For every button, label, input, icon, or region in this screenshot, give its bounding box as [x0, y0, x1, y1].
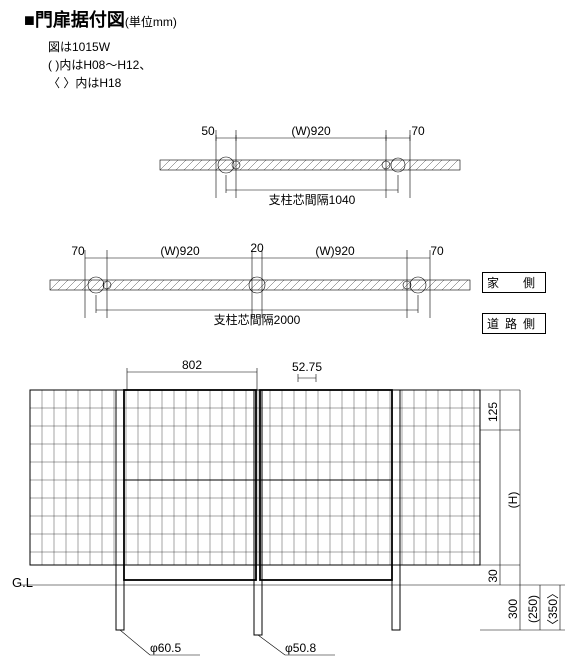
diagram-title: ■門扉据付図	[24, 10, 125, 30]
dim-left-gap: 70	[71, 244, 85, 258]
dim-wl: (W)920	[160, 244, 200, 258]
elevation: 802 52.75 φ60.5 φ50.8	[0, 360, 586, 670]
dim-right-gap: 70	[430, 244, 444, 258]
right-dims: 125 (H) 30 300 (250) 〈350〉	[480, 390, 565, 631]
dim-30: 30	[486, 569, 500, 583]
dim-width: (W)920	[291, 124, 331, 138]
subtitle-block: 図は1015W ( )内はH08〜H12、 〈 〉内はH18	[48, 38, 151, 92]
subtitle-line1: 図は1015W	[48, 38, 151, 56]
plan-single: 50 (W)920 70 支柱芯間隔1040	[0, 120, 586, 230]
dim-post-span: 支柱芯間隔1040	[269, 192, 356, 207]
dim-350: 〈350〉	[546, 587, 560, 631]
label-road-side: 道路側	[482, 313, 546, 334]
dim-250: (250)	[526, 595, 540, 623]
dim-H: (H)	[506, 492, 520, 509]
subtitle-line2: ( )内はH08〜H12、	[48, 56, 151, 74]
dim-300: 300	[506, 599, 520, 619]
dim-right-gap: 70	[411, 124, 425, 138]
dia-outer: φ60.5	[150, 641, 181, 655]
dim-125: 125	[486, 402, 500, 422]
gl-label: G.L	[12, 575, 33, 590]
dim-left-gap: 50	[201, 124, 215, 138]
subtitle-line3: 〈 〉内はH18	[48, 74, 151, 92]
dim-post-span-double: 支柱芯間隔2000	[214, 312, 301, 327]
gate-rail	[160, 157, 460, 173]
unit-note: (単位mm)	[125, 15, 177, 29]
dim-leaf-width: 802	[182, 360, 202, 372]
dim-latch: 52.75	[292, 360, 322, 374]
mesh-fence	[30, 390, 480, 565]
dia-inner: φ50.8	[285, 641, 316, 655]
dim-center: 20	[250, 241, 264, 255]
label-house-side: 家 側	[482, 272, 546, 293]
dim-wr: (W)920	[315, 244, 355, 258]
